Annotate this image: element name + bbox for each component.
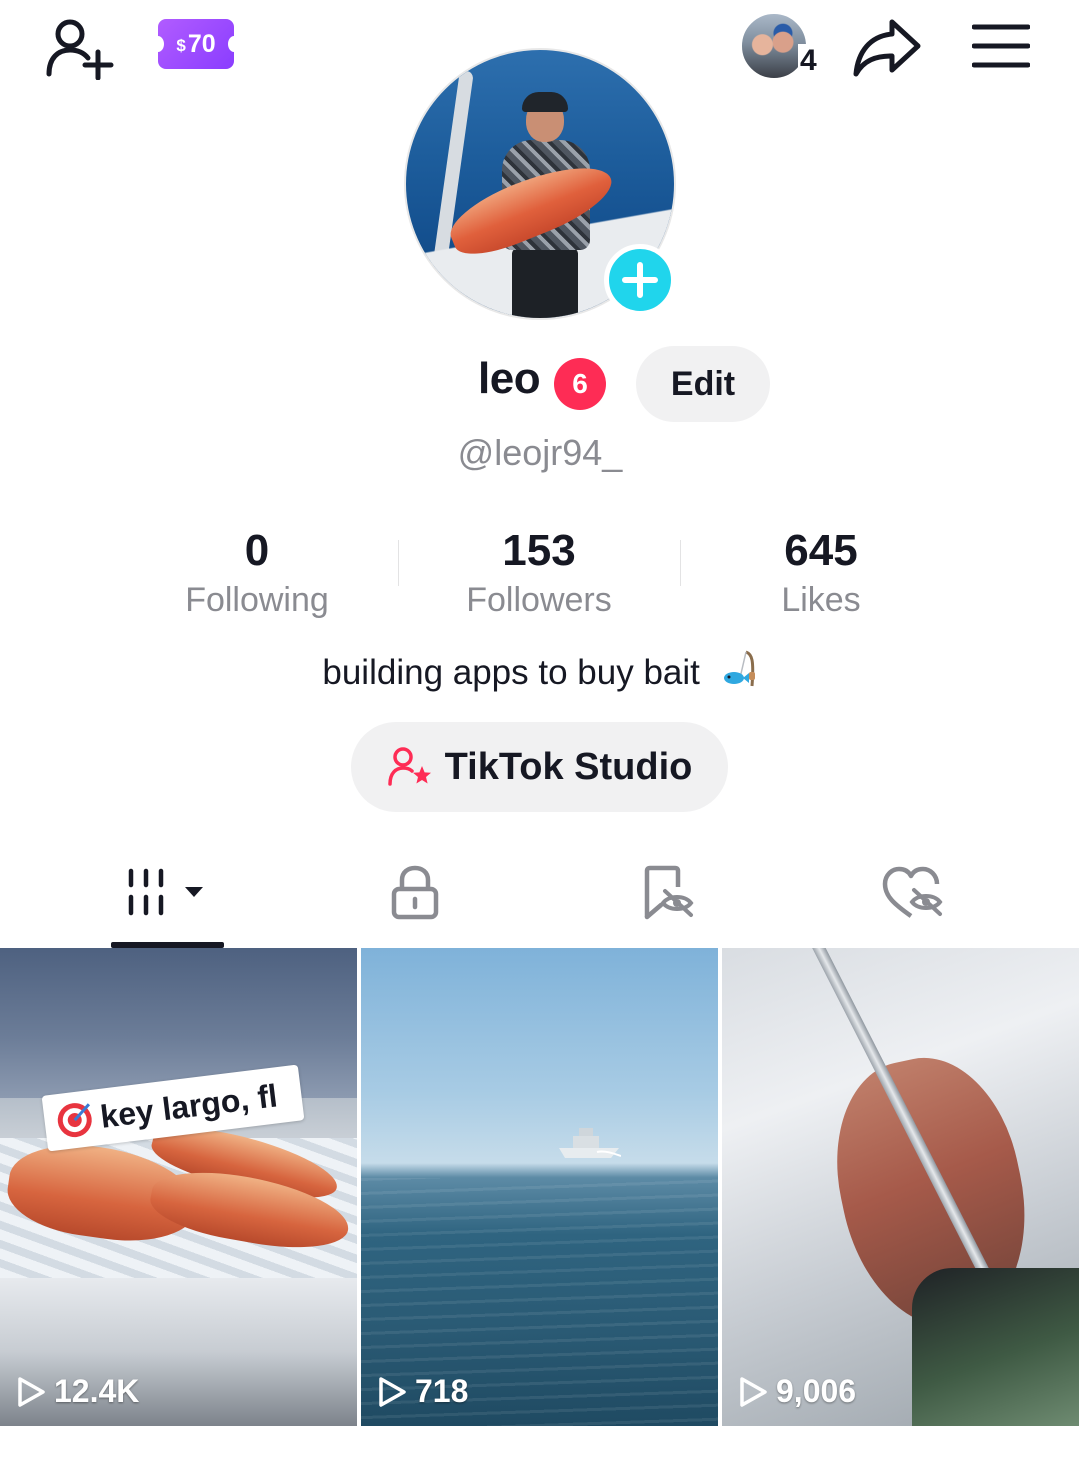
stat-value: 153 xyxy=(502,526,576,575)
stat-following[interactable]: 0 Following xyxy=(116,522,398,632)
play-icon xyxy=(740,1376,767,1407)
tab-private[interactable] xyxy=(290,840,540,946)
video-thumbnail[interactable]: key largo, fl 12.4K xyxy=(0,948,357,1426)
tab-liked[interactable] xyxy=(788,840,1038,946)
view-count: 9,006 xyxy=(738,1373,856,1410)
bio-text: building apps to buy bait xyxy=(322,653,700,692)
plus-icon xyxy=(622,262,658,298)
stat-value: 0 xyxy=(244,526,270,575)
notification-badge[interactable]: 6 xyxy=(554,358,606,410)
video-thumbnail[interactable]: 9,006 xyxy=(722,948,1079,1426)
view-count: 718 xyxy=(377,1373,468,1410)
viewer-count: 4 xyxy=(798,44,819,78)
content-tabs xyxy=(0,840,1080,950)
boat-image xyxy=(559,1128,621,1158)
profile-page: $ 70 4 leo 6 Edit @leojr94_ 0 Following … xyxy=(0,0,1080,1468)
tab-saved[interactable] xyxy=(542,840,792,946)
view-count-value: 9,006 xyxy=(776,1373,857,1409)
play-icon xyxy=(379,1376,406,1407)
menu-icon[interactable] xyxy=(972,22,1030,70)
stat-followers[interactable]: 153 Followers xyxy=(398,522,680,632)
fishing-pole-icon xyxy=(723,650,755,687)
tiktok-studio-label: TikTok Studio xyxy=(444,745,693,788)
username-handle: @leojr94_ xyxy=(457,432,623,473)
stat-label: Following xyxy=(185,581,329,619)
grid-videos-icon xyxy=(128,868,203,916)
stat-label: Likes xyxy=(781,581,861,619)
name-row: leo 6 Edit xyxy=(0,344,1080,424)
profile-stats: 0 Following 153 Followers 645 Likes xyxy=(116,522,964,632)
tab-videos[interactable] xyxy=(42,840,292,946)
view-count-value: 12.4K xyxy=(54,1373,140,1409)
view-count: 12.4K xyxy=(16,1373,139,1410)
bookmark-hidden-icon xyxy=(644,865,694,920)
view-count-value: 718 xyxy=(415,1373,469,1409)
coin-amount: 70 xyxy=(187,29,216,58)
stat-label: Followers xyxy=(466,581,612,619)
add-friend-icon[interactable] xyxy=(44,14,116,80)
add-photo-button[interactable] xyxy=(604,244,676,316)
edit-profile-button[interactable]: Edit xyxy=(636,346,770,422)
bio: building apps to buy bait xyxy=(0,648,1080,693)
share-icon[interactable] xyxy=(852,16,922,80)
coin-currency: $ xyxy=(176,35,186,55)
tiktok-studio-button[interactable]: TikTok Studio xyxy=(351,722,728,812)
target-icon xyxy=(57,1103,92,1138)
display-name: leo xyxy=(478,354,541,403)
lock-icon xyxy=(391,865,439,920)
video-thumbnail[interactable]: 718 xyxy=(361,948,718,1426)
sticker-text: key largo, fl xyxy=(98,1076,280,1135)
creator-star-icon xyxy=(387,747,431,786)
stat-value: 645 xyxy=(784,526,858,575)
stat-likes[interactable]: 645 Likes xyxy=(680,522,962,632)
play-icon xyxy=(18,1376,45,1407)
video-grid: key largo, fl 12.4K 718 9,006 xyxy=(0,948,1080,1426)
coin-badge[interactable]: $ 70 xyxy=(152,19,240,69)
heart-hidden-icon xyxy=(882,866,943,918)
